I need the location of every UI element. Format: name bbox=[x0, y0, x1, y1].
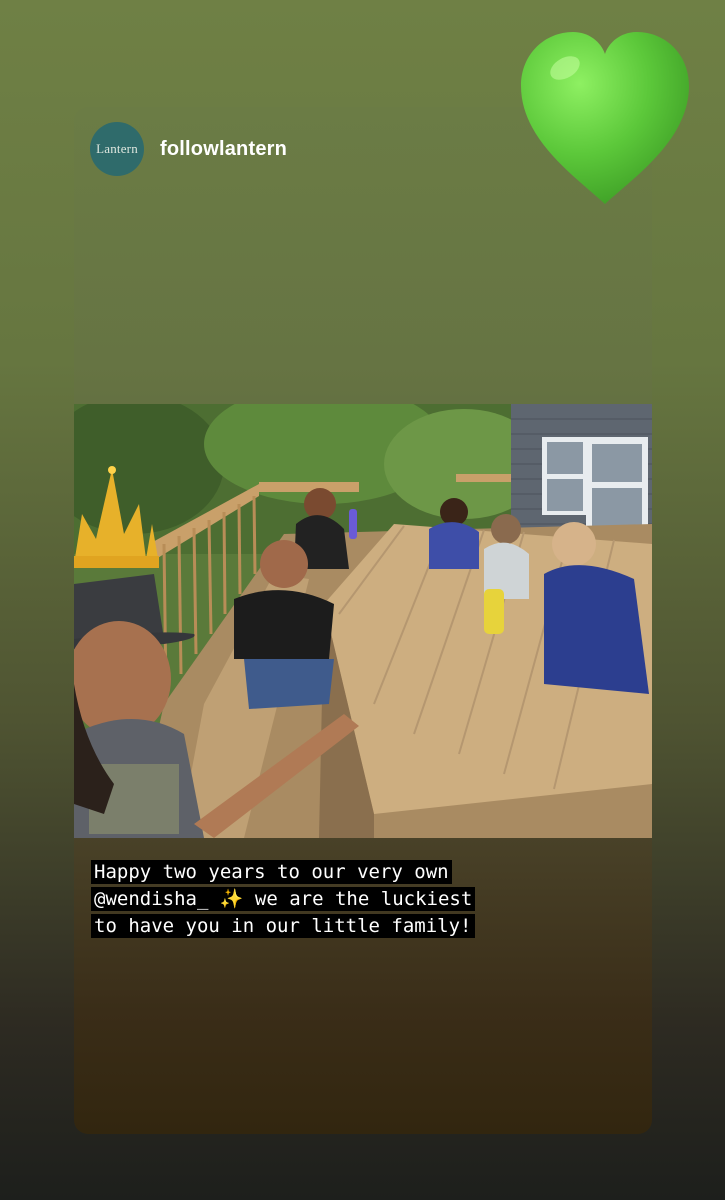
story-header: Lantern followlantern bbox=[90, 122, 287, 176]
story-caption: Happy two years to our very own @wendish… bbox=[91, 859, 611, 940]
caption-line-1: Happy two years to our very own bbox=[91, 860, 452, 884]
username[interactable]: followlantern bbox=[160, 138, 287, 161]
story-card[interactable]: Lantern followlantern Happy two years to… bbox=[74, 107, 652, 1134]
avatar[interactable]: Lantern bbox=[90, 122, 144, 176]
avatar-logo-text: Lantern bbox=[96, 141, 138, 156]
group-photo bbox=[74, 404, 652, 838]
caption-line-3: to have you in our little family! bbox=[91, 914, 475, 938]
green-heart-icon[interactable] bbox=[517, 28, 693, 208]
caption-line-2: @wendisha_ ✨ we are the luckiest bbox=[91, 887, 476, 911]
